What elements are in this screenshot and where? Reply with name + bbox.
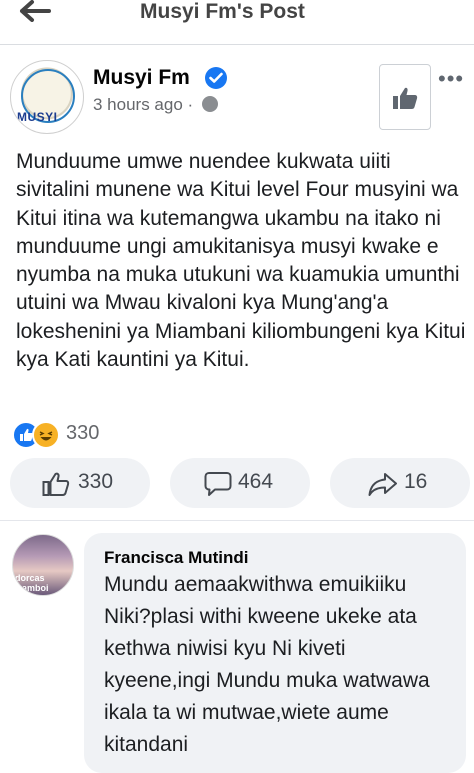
like-button[interactable]: 330 [10,458,150,508]
post-body: Munduume umwe nuendee kukwata uiiti sivi… [16,150,466,372]
more-options-icon[interactable]: ••• [438,66,464,92]
verified-badge-icon [205,67,227,89]
comment-text: Mundu aemaakwithwa emuikiiku Niki?plasi … [104,573,430,756]
reaction-count: 330 [66,422,100,444]
commenter-avatar[interactable]: dorcas wamboi [12,534,74,596]
comment-button[interactable]: 464 [170,458,310,508]
share-button[interactable]: 16 [330,458,470,508]
page-name[interactable]: Musyi Fm [93,66,190,90]
avatar-caption: dorcas wamboi [15,573,49,593]
comment-count: 464 [238,470,274,493]
page-title: Musyi Fm's Post [140,0,305,23]
like-count: 330 [78,470,114,493]
avatar-brand-text: MUSYI [17,110,58,124]
like-page-button[interactable] [379,64,431,130]
globe-icon [201,96,218,112]
thumbs-up-icon [393,87,418,109]
comment-author[interactable]: Francisca Mutindi [104,548,249,568]
like-outline-icon [42,472,70,496]
share-arrow-icon [368,473,397,496]
top-bar: Musyi Fm's Post [0,0,474,45]
section-divider [0,520,474,521]
post-time[interactable]: 3 hours ago [93,95,183,114]
share-count: 16 [404,470,428,493]
post-meta: 3 hours ago · [93,95,218,115]
meta-separator: · [187,95,194,114]
comment-bubble-icon [204,472,232,496]
page-avatar[interactable]: MUSYI [10,60,84,134]
action-bar: 330 464 16 [0,458,474,512]
back-arrow-icon[interactable] [18,0,52,26]
haha-reaction-icon [32,421,60,449]
